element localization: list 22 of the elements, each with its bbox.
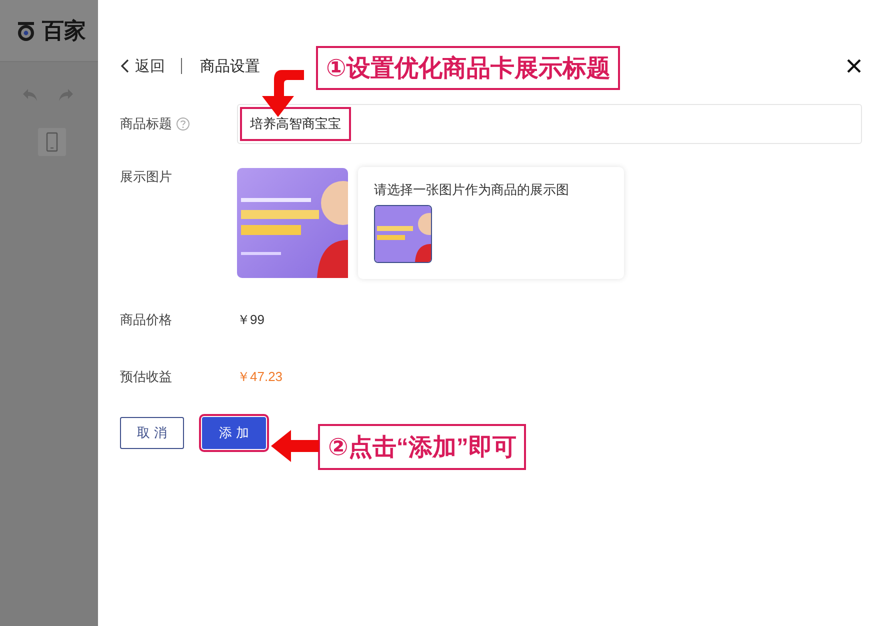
image-thumbnail[interactable] bbox=[374, 205, 432, 263]
field-label: 商品价格 bbox=[120, 311, 172, 329]
phone-button[interactable] bbox=[38, 128, 66, 156]
field-label: 预估收益 bbox=[120, 368, 172, 386]
callout-label: ①设置优化商品卡展示标题 bbox=[316, 46, 620, 90]
popover-text: 请选择一张图片作为商品的展示图 bbox=[374, 181, 570, 199]
back-link[interactable]: 返回 bbox=[120, 56, 165, 76]
field-label: 商品标题 bbox=[120, 115, 172, 133]
logo-text: 百家 bbox=[42, 16, 86, 44]
logo-icon bbox=[16, 20, 36, 40]
cancel-button[interactable]: 取 消 bbox=[120, 417, 184, 449]
title-input[interactable]: 培养高智商宝宝 bbox=[237, 104, 862, 144]
field-value: ￥47.23 bbox=[237, 368, 283, 386]
phone-icon bbox=[46, 132, 58, 152]
arrow-icon bbox=[271, 430, 319, 462]
help-icon[interactable] bbox=[176, 117, 190, 131]
callout-label: ②点击“添加”即可 bbox=[318, 424, 526, 470]
field-value: ￥99 bbox=[237, 311, 264, 329]
dialog-title: 商品设置 bbox=[200, 56, 260, 76]
close-icon[interactable] bbox=[847, 59, 861, 73]
add-button[interactable]: 添 加 bbox=[202, 417, 266, 449]
field-label: 展示图片 bbox=[120, 168, 172, 186]
